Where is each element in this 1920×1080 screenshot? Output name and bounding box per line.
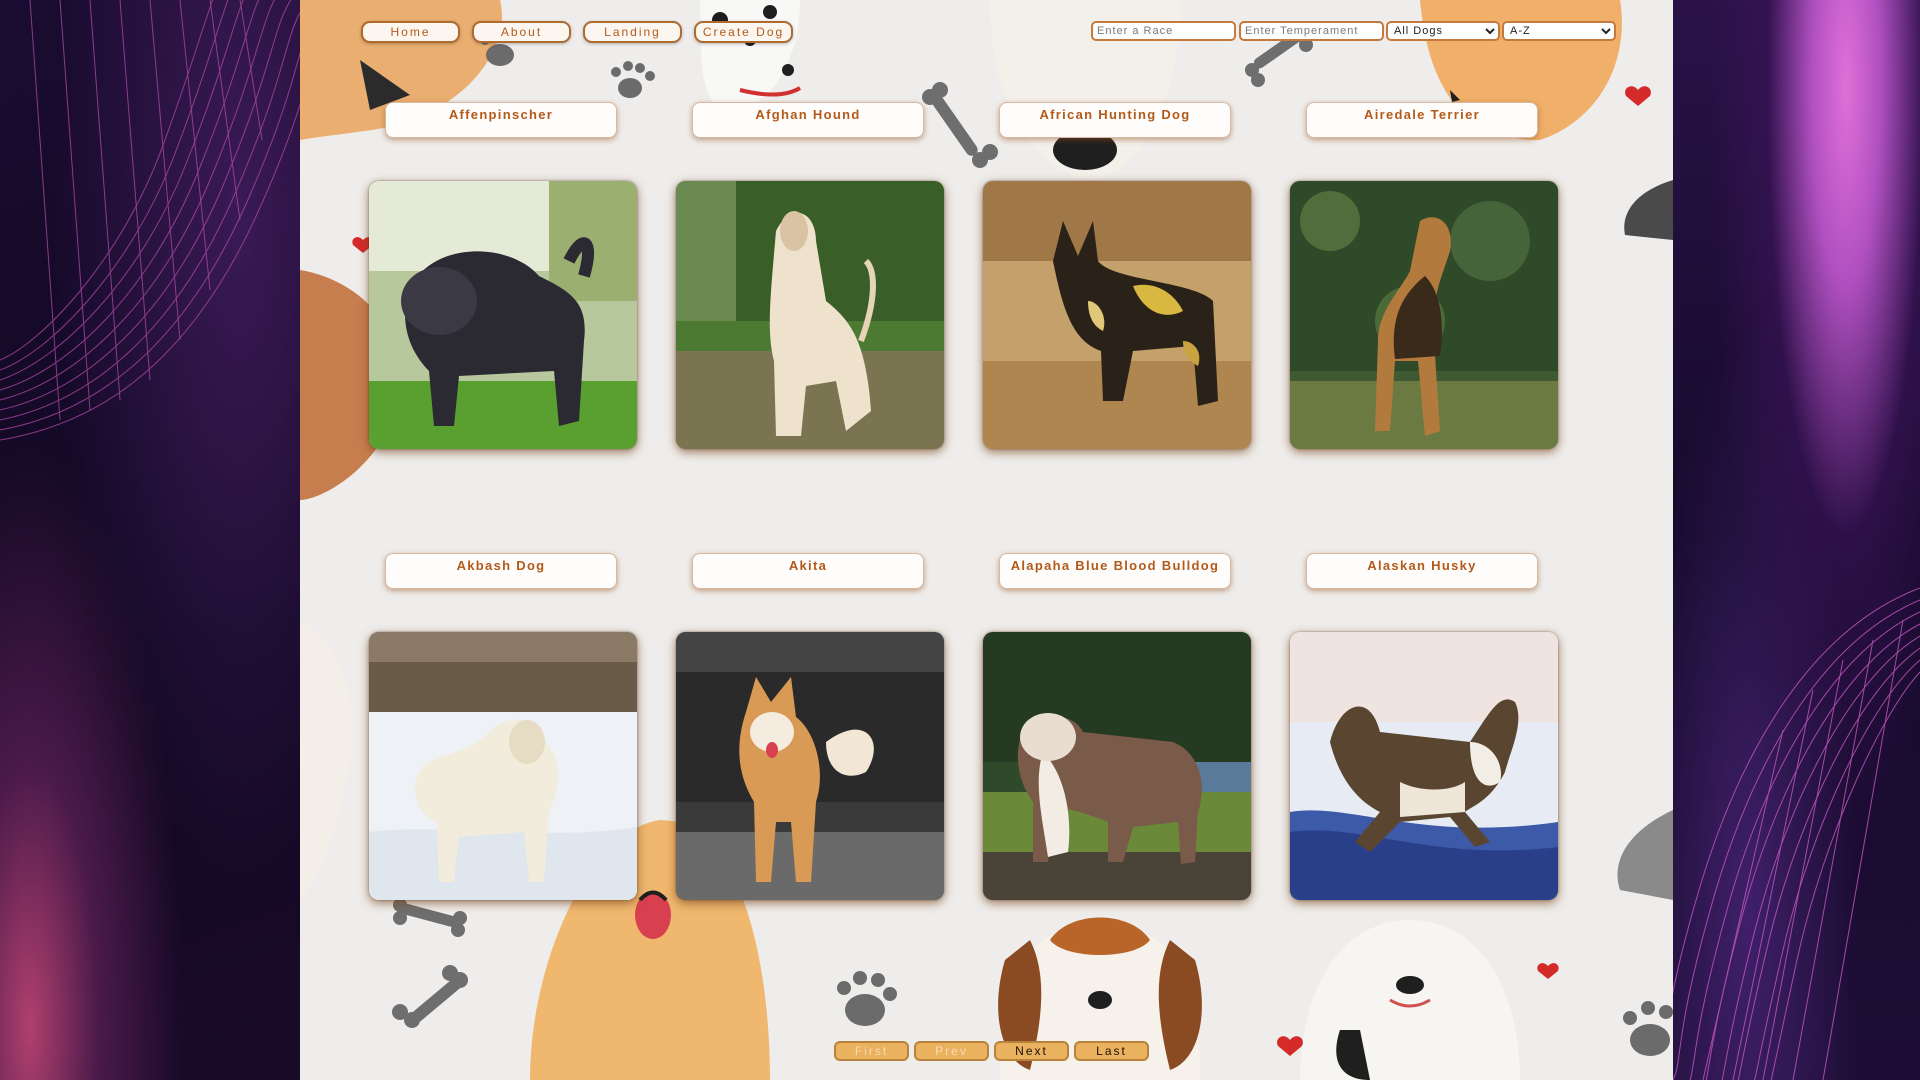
- nav-create-dog-button[interactable]: Create Dog: [694, 21, 793, 43]
- dog-card-name[interactable]: Affenpinscher: [385, 102, 617, 138]
- dog-card-image[interactable]: [983, 632, 1251, 900]
- nav-home-button[interactable]: Home: [361, 21, 460, 43]
- order-select[interactable]: A-Z: [1502, 21, 1616, 41]
- dog-card-image[interactable]: [1290, 632, 1558, 900]
- dog-illustrations: [300, 0, 1673, 1080]
- source-filter-select[interactable]: All Dogs: [1386, 21, 1500, 41]
- nav-about-button[interactable]: About: [472, 21, 571, 43]
- dog-card-image[interactable]: [676, 632, 944, 900]
- nav-landing-button[interactable]: Landing: [583, 21, 682, 43]
- dog-card-image[interactable]: [983, 181, 1251, 449]
- dog-card-name[interactable]: Airedale Terrier: [1306, 102, 1538, 138]
- dog-card-name[interactable]: African Hunting Dog: [999, 102, 1231, 138]
- background-right: [1673, 0, 1920, 1080]
- first-page-button[interactable]: First: [834, 1041, 909, 1061]
- dog-card-name[interactable]: Afghan Hound: [692, 102, 924, 138]
- background-left: [0, 0, 300, 1080]
- prev-page-button[interactable]: Prev: [914, 1041, 989, 1061]
- main-panel: Home About Landing Create Dog All Dogs A…: [300, 0, 1673, 1080]
- last-page-button[interactable]: Last: [1074, 1041, 1149, 1061]
- temperament-search-input[interactable]: [1239, 21, 1384, 41]
- dog-card-name[interactable]: Alapaha Blue Blood Bulldog: [999, 553, 1231, 589]
- dog-card-image[interactable]: [676, 181, 944, 449]
- dog-card-image[interactable]: [369, 181, 637, 449]
- race-search-input[interactable]: [1091, 21, 1236, 41]
- dog-card-name[interactable]: Alaskan Husky: [1306, 553, 1538, 589]
- dog-card-name[interactable]: Akita: [692, 553, 924, 589]
- next-page-button[interactable]: Next: [994, 1041, 1069, 1061]
- wave-lines-left: [0, 0, 300, 441]
- dog-card-image[interactable]: [369, 632, 637, 900]
- wave-lines-right: [1673, 587, 1920, 1080]
- dog-card-image[interactable]: [1290, 181, 1558, 449]
- dog-card-name[interactable]: Akbash Dog: [385, 553, 617, 589]
